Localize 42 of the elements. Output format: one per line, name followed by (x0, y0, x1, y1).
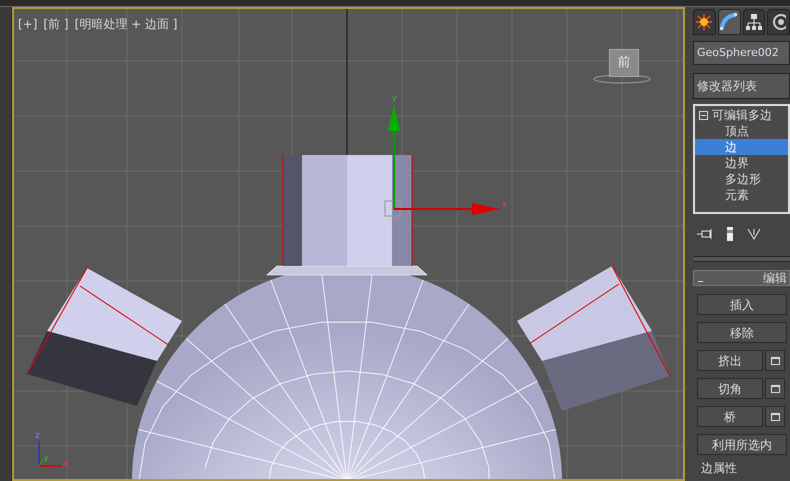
stack-item[interactable]: 可编辑多边 (712, 106, 772, 124)
sub-object-item[interactable]: 边界 (695, 155, 788, 171)
gizmo-y-label: y (392, 93, 397, 102)
sub-object-item[interactable]: 边 (695, 139, 788, 155)
viewport-label[interactable]: [明暗处理 + 边面 ] (74, 15, 178, 33)
viewport-label[interactable]: [前 ] (43, 15, 69, 33)
edit-button[interactable]: 插入 (697, 294, 787, 315)
panel-tab[interactable] (767, 9, 790, 35)
fork-icon[interactable] (747, 227, 761, 241)
edit-button[interactable]: 利用所选内 (697, 434, 787, 455)
sun-icon (695, 13, 714, 31)
settings-button[interactable] (765, 378, 785, 399)
edit-button[interactable]: 移除 (697, 322, 787, 343)
arc-icon (720, 13, 738, 31)
sub-object-item[interactable]: 顶点 (695, 123, 788, 139)
gizmo-box-icon (384, 200, 400, 216)
axis-x-label: x (63, 459, 68, 468)
object-name-field[interactable]: GeoSphere002 (693, 41, 790, 65)
sub-object-item[interactable]: 多边形 (695, 171, 788, 187)
y-axis-arrow[interactable] (388, 105, 400, 209)
group-title: 边属性 (700, 462, 738, 474)
edit-button[interactable]: 切角 (697, 378, 763, 399)
modifier-list-dropdown[interactable]: 修改器列表 (693, 73, 790, 99)
sub-object-item[interactable]: 元素 (695, 187, 788, 203)
axis-tripod-icon (38, 440, 62, 467)
panel-tab[interactable] (718, 9, 740, 35)
settings-button[interactable] (765, 406, 785, 427)
rollout-title: 编辑 (763, 270, 787, 287)
axis-z-label: z (35, 431, 40, 441)
edit-button[interactable]: 挤出 (697, 350, 763, 371)
pin-icon[interactable] (697, 229, 713, 239)
panel-tab[interactable] (742, 9, 766, 35)
collapse-toggle-icon[interactable] (699, 110, 708, 120)
edit-button[interactable]: 桥 (697, 406, 763, 427)
viewcube-ring-icon[interactable] (594, 74, 650, 84)
hierarchy-icon (744, 13, 763, 31)
stack-bar-icon[interactable] (727, 227, 733, 241)
rollout-header[interactable]: 编辑 (693, 270, 790, 286)
settings-button[interactable] (765, 350, 785, 371)
panel-tab[interactable] (693, 9, 716, 35)
gizmo-x-label: x (502, 200, 507, 209)
viewport-label[interactable]: [+] (18, 15, 38, 33)
